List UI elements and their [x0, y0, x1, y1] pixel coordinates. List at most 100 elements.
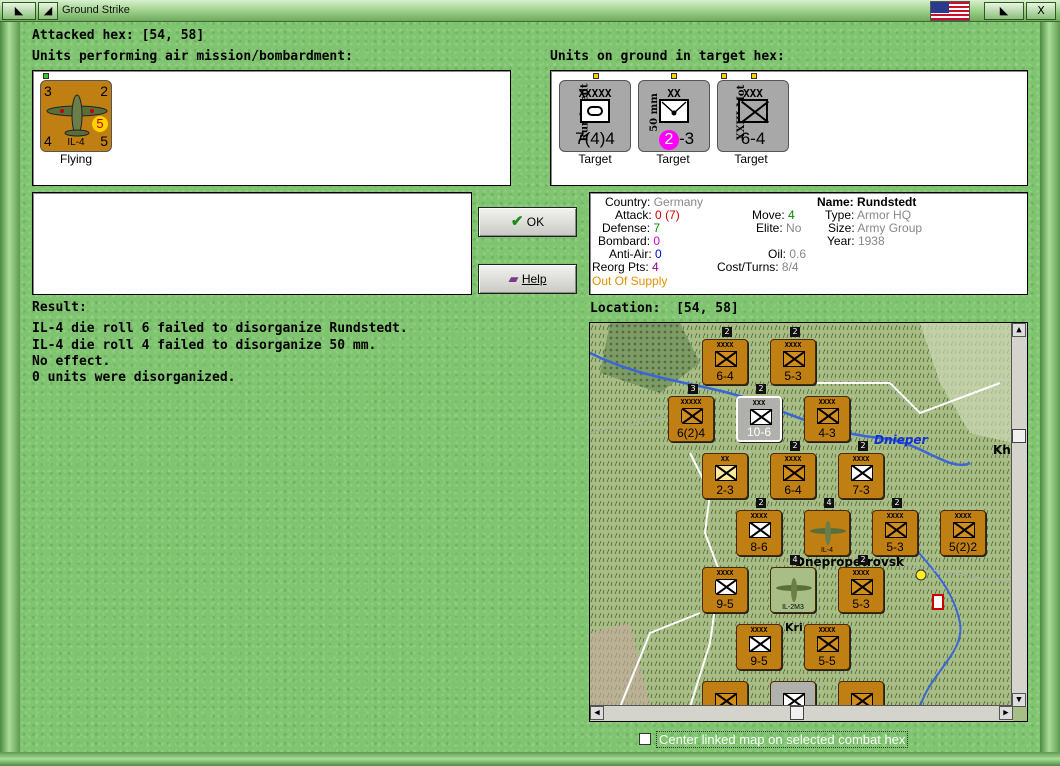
unit-size: XXXX — [750, 512, 768, 520]
map-unit-counter-selected[interactable]: XXX 10-6 — [736, 396, 782, 442]
result-line: IL-4 die roll 4 failed to disorganize 50… — [32, 338, 377, 353]
window-title: Ground Strike — [62, 4, 130, 16]
map-air-unit-counter[interactable]: IL-4 — [804, 510, 850, 556]
stack-count: 2 — [756, 384, 766, 394]
info-bombard: Bombard: 0 — [598, 234, 661, 248]
infantry-icon — [749, 636, 771, 652]
unit-size: XXXX — [784, 341, 802, 349]
stack-count: 2 — [858, 441, 868, 451]
result-line: No effect. — [32, 354, 111, 369]
stack-count: 3 — [688, 384, 698, 394]
ground-units-heading: Units on ground in target hex: — [550, 49, 785, 64]
horizontal-scroll-thumb[interactable] — [790, 706, 804, 720]
map-unit-counter[interactable]: XXXX 5(2)2 — [940, 510, 986, 556]
scroll-up-arrow-icon[interactable]: ▲ — [1012, 323, 1026, 337]
attacked-hex-label: Attacked hex: [54, 58] — [32, 28, 205, 43]
stack-count: 4 — [824, 498, 834, 508]
ground-unit-status: Target — [578, 152, 612, 166]
info-year: Year: 1938 — [827, 234, 885, 248]
ground-unit-marker — [721, 73, 727, 79]
unit-size: XXX — [752, 399, 766, 407]
air-unit-status: Flying — [59, 152, 92, 166]
unit-strength: IL-4 — [820, 547, 834, 554]
ground-unit-status: Target — [734, 152, 768, 166]
map-unit-counter[interactable]: XXXX 9-5 — [702, 567, 748, 613]
restore-button[interactable]: ◣ — [984, 2, 1024, 20]
ground-unit-xxiii-mot-counter[interactable]: XXX XXIII Mot 6-4 — [717, 80, 789, 152]
air-units-heading: Units performing air mission/bombardment… — [32, 49, 353, 64]
unit-strength: 5-3 — [886, 540, 904, 554]
mountain-icon — [817, 408, 839, 424]
unit-strength: -3 — [679, 129, 695, 148]
map-unit-counter[interactable]: XXXX 7-3 — [838, 453, 884, 499]
window-menu-button[interactable]: ◣ — [2, 2, 36, 20]
infantry-icon — [851, 465, 873, 481]
map-unit-counter[interactable]: XX 2-3 — [702, 453, 748, 499]
scroll-down-arrow-icon[interactable]: ▼ — [1012, 693, 1026, 707]
infantry-icon — [715, 351, 737, 367]
location-coords: [54, 58] — [676, 301, 739, 316]
map-unit-counter[interactable]: XXXX 6-4 — [702, 339, 748, 385]
map-unit-counter[interactable]: XXXX 4-3 — [804, 396, 850, 442]
ground-unit-50mm-counter[interactable]: XX 50 mm 2 -3 — [638, 80, 710, 152]
info-name: Name: Rundstedt — [817, 195, 917, 209]
help-button[interactable]: ▰ Help — [478, 264, 577, 294]
map-unit-counter[interactable]: XXXX 6-4 — [770, 453, 816, 499]
unit-strength: 6-4 — [740, 129, 766, 148]
map-unit-counter[interactable]: XXXX 5-5 — [804, 624, 850, 670]
result-heading: Result: — [32, 300, 87, 315]
map-unit-counter[interactable]: XXXX 8-6 — [736, 510, 782, 556]
city-label-2: Kri — [785, 621, 803, 634]
scroll-left-arrow-icon[interactable]: ◀ — [590, 706, 604, 720]
ground-unit-rundstedt-counter[interactable]: XXXXX Rundstedt 7(4)4 — [559, 80, 631, 152]
infantry-icon — [851, 579, 873, 595]
air-unit-il4-counter[interactable]: 3 2 5 4 IL-4 5 — [40, 80, 112, 152]
center-map-label[interactable]: Center linked map on selected combat hex — [656, 731, 909, 748]
map-air-unit-counter[interactable]: IL-2M3 — [770, 567, 816, 613]
tactical-map[interactable]: Dnieper Dnepropetrovsk Kri Kh XXXX 6-4 2 … — [589, 322, 1028, 722]
map-vertical-scrollbar[interactable]: ▲ ▼ — [1011, 323, 1027, 707]
map-unit-counter[interactable]: XXXX 9-5 — [736, 624, 782, 670]
ground-unit-status: Target — [656, 152, 690, 166]
info-oil: Oil: 0.6 — [768, 247, 807, 261]
armor-icon — [715, 579, 737, 595]
air-unit-marker — [43, 73, 49, 79]
unit-strength: 8-6 — [750, 540, 768, 554]
unit-strength: 7-3 — [852, 483, 870, 497]
close-button[interactable]: X — [1026, 2, 1056, 20]
message-panel — [32, 192, 472, 295]
ok-button[interactable]: ✔ OK — [478, 207, 577, 237]
minimize-button[interactable]: ◢ — [38, 2, 58, 20]
center-map-checkbox[interactable] — [639, 733, 651, 745]
map-unit-counter[interactable]: XXXXX 6(2)4 — [668, 396, 714, 442]
infantry-icon — [783, 351, 805, 367]
vertical-scroll-thumb[interactable] — [1012, 429, 1026, 443]
unit-strength: 9-5 — [716, 597, 734, 611]
map-unit-counter[interactable]: XXXX 5-3 — [770, 339, 816, 385]
stack-count: 2 — [756, 498, 766, 508]
info-reorg: Reorg Pts: 4 — [592, 260, 659, 274]
stack-count: 4 — [790, 555, 800, 565]
unit-size: XXXX — [886, 512, 904, 520]
stack-count: 2 — [790, 441, 800, 451]
unit-size: XXXX — [818, 626, 836, 634]
ground-unit-marker — [751, 73, 757, 79]
edge-city-label: Kh — [993, 443, 1011, 457]
unit-size: XXXX — [818, 398, 836, 406]
unit-strength: IL-2M3 — [782, 604, 804, 611]
map-unit-counter[interactable]: XXXX 5-3 — [838, 567, 884, 613]
map-unit-counter[interactable]: XXXX 5-3 — [872, 510, 918, 556]
stack-count: 2 — [790, 327, 800, 337]
ok-button-label: OK — [526, 215, 545, 229]
unit-strength: 4-3 — [818, 426, 836, 440]
unit-size: XXXX — [750, 626, 768, 634]
unit-strength: 5-5 — [818, 654, 836, 668]
info-size: Size: Army Group — [828, 221, 923, 235]
map-horizontal-scrollbar[interactable]: ◀ ▶ — [590, 705, 1013, 721]
unit-size: XXXX — [852, 455, 870, 463]
ground-units-panel: XXXXX Rundstedt 7(4)4 Target XX 50 mm 2 … — [550, 70, 1028, 186]
scroll-right-arrow-icon[interactable]: ▶ — [999, 706, 1013, 720]
result-line: 0 units were disorganized. — [32, 370, 236, 385]
unit-size: XXXXX — [680, 398, 702, 406]
unit-strength: 5(2)2 — [948, 540, 977, 554]
